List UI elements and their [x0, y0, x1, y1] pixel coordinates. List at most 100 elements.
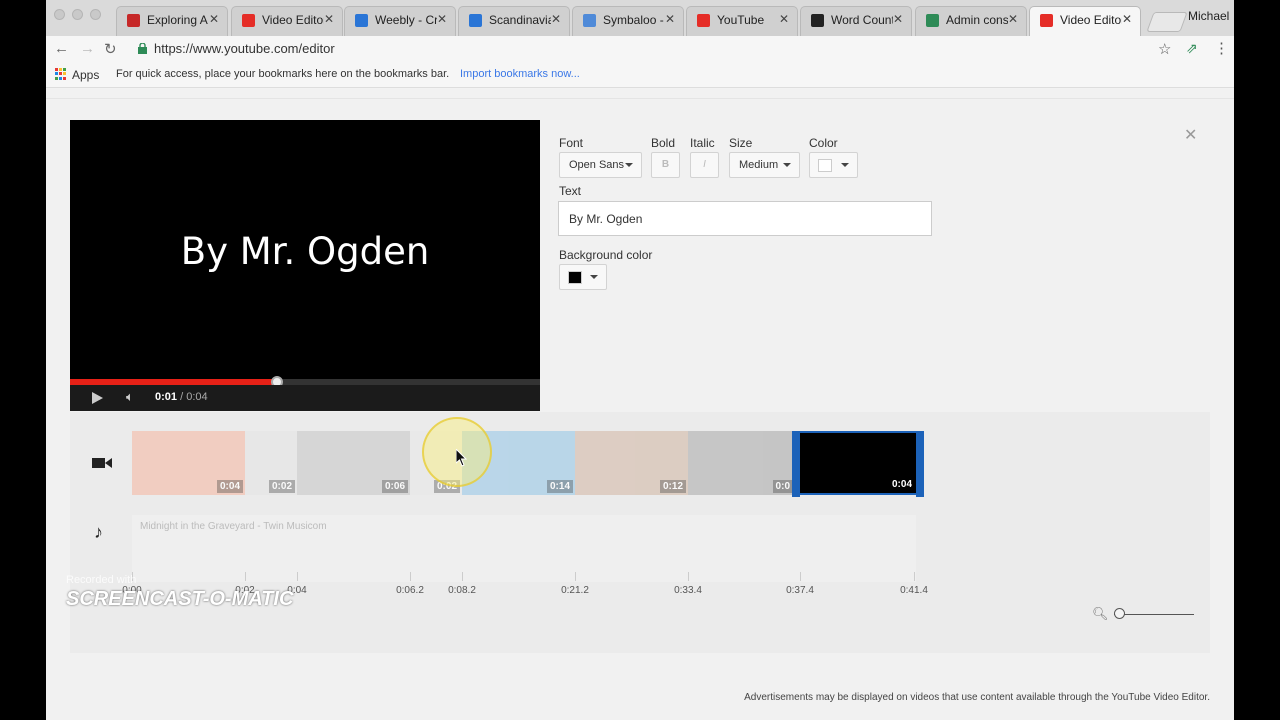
close-tab-icon[interactable]: ✕	[779, 12, 789, 26]
video-preview[interactable]: By Mr. Ogden 🔈︎ 0:01 / 0:04	[70, 120, 540, 411]
tab-strip: Exploring A ✕ Video Editor ✕ Weebly - Cr ✕ Sca…	[46, 0, 1234, 36]
text-color-picker[interactable]	[809, 152, 858, 178]
text-input[interactable]	[558, 201, 932, 236]
window-minimize-button[interactable]	[72, 9, 83, 20]
w-icon	[811, 14, 824, 27]
weebly-icon	[469, 14, 482, 27]
clip-trim-handle-right[interactable]	[916, 431, 924, 497]
browser-tab[interactable]: Weebly - Cr ✕	[344, 6, 456, 36]
tab-title: Weebly - Cr	[375, 13, 437, 27]
timeline-clip[interactable]: 0:04	[132, 431, 245, 495]
clip-duration: 0:02	[268, 480, 295, 493]
watermark-recorded-with: Recorded with	[66, 574, 137, 586]
window-zoom-button[interactable]	[90, 9, 101, 20]
clip-duration: 0:04	[216, 480, 243, 493]
browser-tab[interactable]: Word Count ✕	[800, 6, 912, 36]
timeline-tick	[462, 572, 463, 581]
size-label: Size	[729, 136, 753, 150]
text-color-swatch	[818, 159, 832, 172]
timeline-clip[interactable]: 0:12	[575, 431, 688, 495]
apps-link[interactable]: Apps	[72, 68, 99, 82]
preview-caption: By Mr. Ogden	[180, 230, 430, 273]
ads-notice: Advertisements may be displayed on video…	[744, 692, 1210, 703]
volume-icon[interactable]: 🔈︎	[126, 389, 134, 405]
timeline-clip[interactable]: 0:0	[688, 431, 795, 495]
browser-tab[interactable]: Admin cons ✕	[915, 6, 1027, 36]
apps-grid-icon[interactable]	[55, 68, 67, 80]
tab-title: Exploring A	[147, 13, 208, 27]
font-dropdown[interactable]: Open Sans	[559, 152, 642, 178]
editor-page: ✕ By Mr. Ogden 🔈︎ 0:01 / 0:04 Font Open …	[46, 89, 1234, 720]
audio-track[interactable]: Midnight in the Graveyard - Twin Musicom	[132, 515, 916, 582]
timeline-clip[interactable]: 0:02	[245, 431, 297, 495]
zoom-slider-knob[interactable]	[1114, 608, 1125, 619]
chevron-down-icon	[590, 275, 598, 279]
close-tab-icon[interactable]: ✕	[665, 12, 675, 26]
zoom-slider-track[interactable]	[1114, 614, 1194, 615]
youtube-icon	[697, 14, 710, 27]
close-tab-icon[interactable]: ✕	[1122, 12, 1132, 26]
close-tab-icon[interactable]: ✕	[1008, 12, 1018, 26]
screencast-watermark: Recorded with SCREENCAST-O-MATIC	[66, 574, 293, 611]
tab-title: Scandinavia	[489, 13, 551, 27]
window-close-button[interactable]	[54, 9, 65, 20]
font-label: Font	[559, 136, 584, 150]
browser-tab[interactable]: Video Editor ✕	[1029, 6, 1141, 36]
clip-duration: 0:04	[888, 478, 915, 491]
close-editor-icon[interactable]: ✕	[1184, 125, 1197, 145]
admin-icon	[926, 14, 939, 27]
symbaloo-icon	[583, 14, 596, 27]
close-tab-icon[interactable]: ✕	[551, 12, 561, 26]
clip-trim-handle-left[interactable]	[792, 431, 800, 497]
browser-tab[interactable]: YouTube ✕	[686, 6, 798, 36]
extension-icon[interactable]: ⇗	[1186, 40, 1198, 57]
youtube-icon	[242, 14, 255, 27]
browser-tab[interactable]: Symbaloo - ✕	[572, 6, 684, 36]
zoom-icon: 🔍︎	[1092, 606, 1109, 621]
time-current: 0:01	[155, 391, 178, 403]
clip-duration: 0:14	[546, 480, 573, 493]
close-tab-icon[interactable]: ✕	[893, 12, 903, 26]
tab-title: Video Editor	[262, 13, 324, 27]
color-label: Color	[809, 136, 838, 150]
background-color-picker[interactable]	[559, 264, 607, 290]
size-value: Medium	[739, 159, 779, 171]
music-note-icon: ♪	[94, 522, 103, 542]
italic-label: Italic	[690, 136, 715, 150]
url-text: https://www.youtube.com/editor	[154, 41, 335, 56]
address-bar[interactable]: https://www.youtube.com/editor	[128, 38, 1158, 60]
bold-toggle[interactable]: B	[651, 152, 680, 178]
timeline-tick	[688, 572, 689, 581]
tab-title: Video Editor	[1060, 13, 1122, 27]
player-controls: 🔈︎ 0:01 / 0:04	[70, 385, 540, 411]
reload-icon[interactable]: ↻	[104, 40, 117, 58]
forward-arrow-icon[interactable]: →	[80, 40, 95, 57]
bookmarks-hint: For quick access, place your bookmarks h…	[116, 68, 450, 80]
close-tab-icon[interactable]: ✕	[209, 12, 219, 26]
bookmark-star-icon[interactable]: ☆	[1158, 40, 1171, 58]
browser-tab[interactable]: Video Editor ✕	[231, 6, 343, 36]
import-bookmarks-link[interactable]: Import bookmarks now...	[460, 68, 580, 80]
chrome-menu-icon[interactable]: ⋮	[1214, 39, 1229, 57]
new-tab-button[interactable]	[1146, 12, 1188, 32]
timeline-tick-label: 0:41.4	[900, 585, 928, 596]
audio-title: Midnight in the Graveyard - Twin Musicom	[140, 521, 327, 532]
back-arrow-icon[interactable]: ←	[54, 40, 69, 57]
italic-toggle[interactable]: I	[690, 152, 719, 178]
play-icon[interactable]	[92, 392, 103, 404]
size-dropdown[interactable]: Medium	[729, 152, 800, 178]
close-tab-icon[interactable]: ✕	[324, 12, 334, 26]
lock-icon	[138, 43, 147, 54]
tab-title: YouTube	[717, 13, 765, 27]
close-tab-icon[interactable]: ✕	[437, 12, 447, 26]
browser-tab[interactable]: Scandinavia ✕	[458, 6, 570, 36]
timeline-tick-label: 0:33.4	[674, 585, 702, 596]
timeline-clip[interactable]: 0:04	[800, 431, 917, 495]
timeline-tick	[410, 572, 411, 581]
browser-tab[interactable]: Exploring A ✕	[116, 6, 228, 36]
timeline-clip[interactable]: 0:06	[297, 431, 410, 495]
time-display: 0:01 / 0:04	[155, 391, 208, 403]
timeline-tick	[575, 572, 576, 581]
profile-name[interactable]: Michael	[1188, 9, 1229, 23]
clip-duration: 0:0	[772, 480, 793, 493]
